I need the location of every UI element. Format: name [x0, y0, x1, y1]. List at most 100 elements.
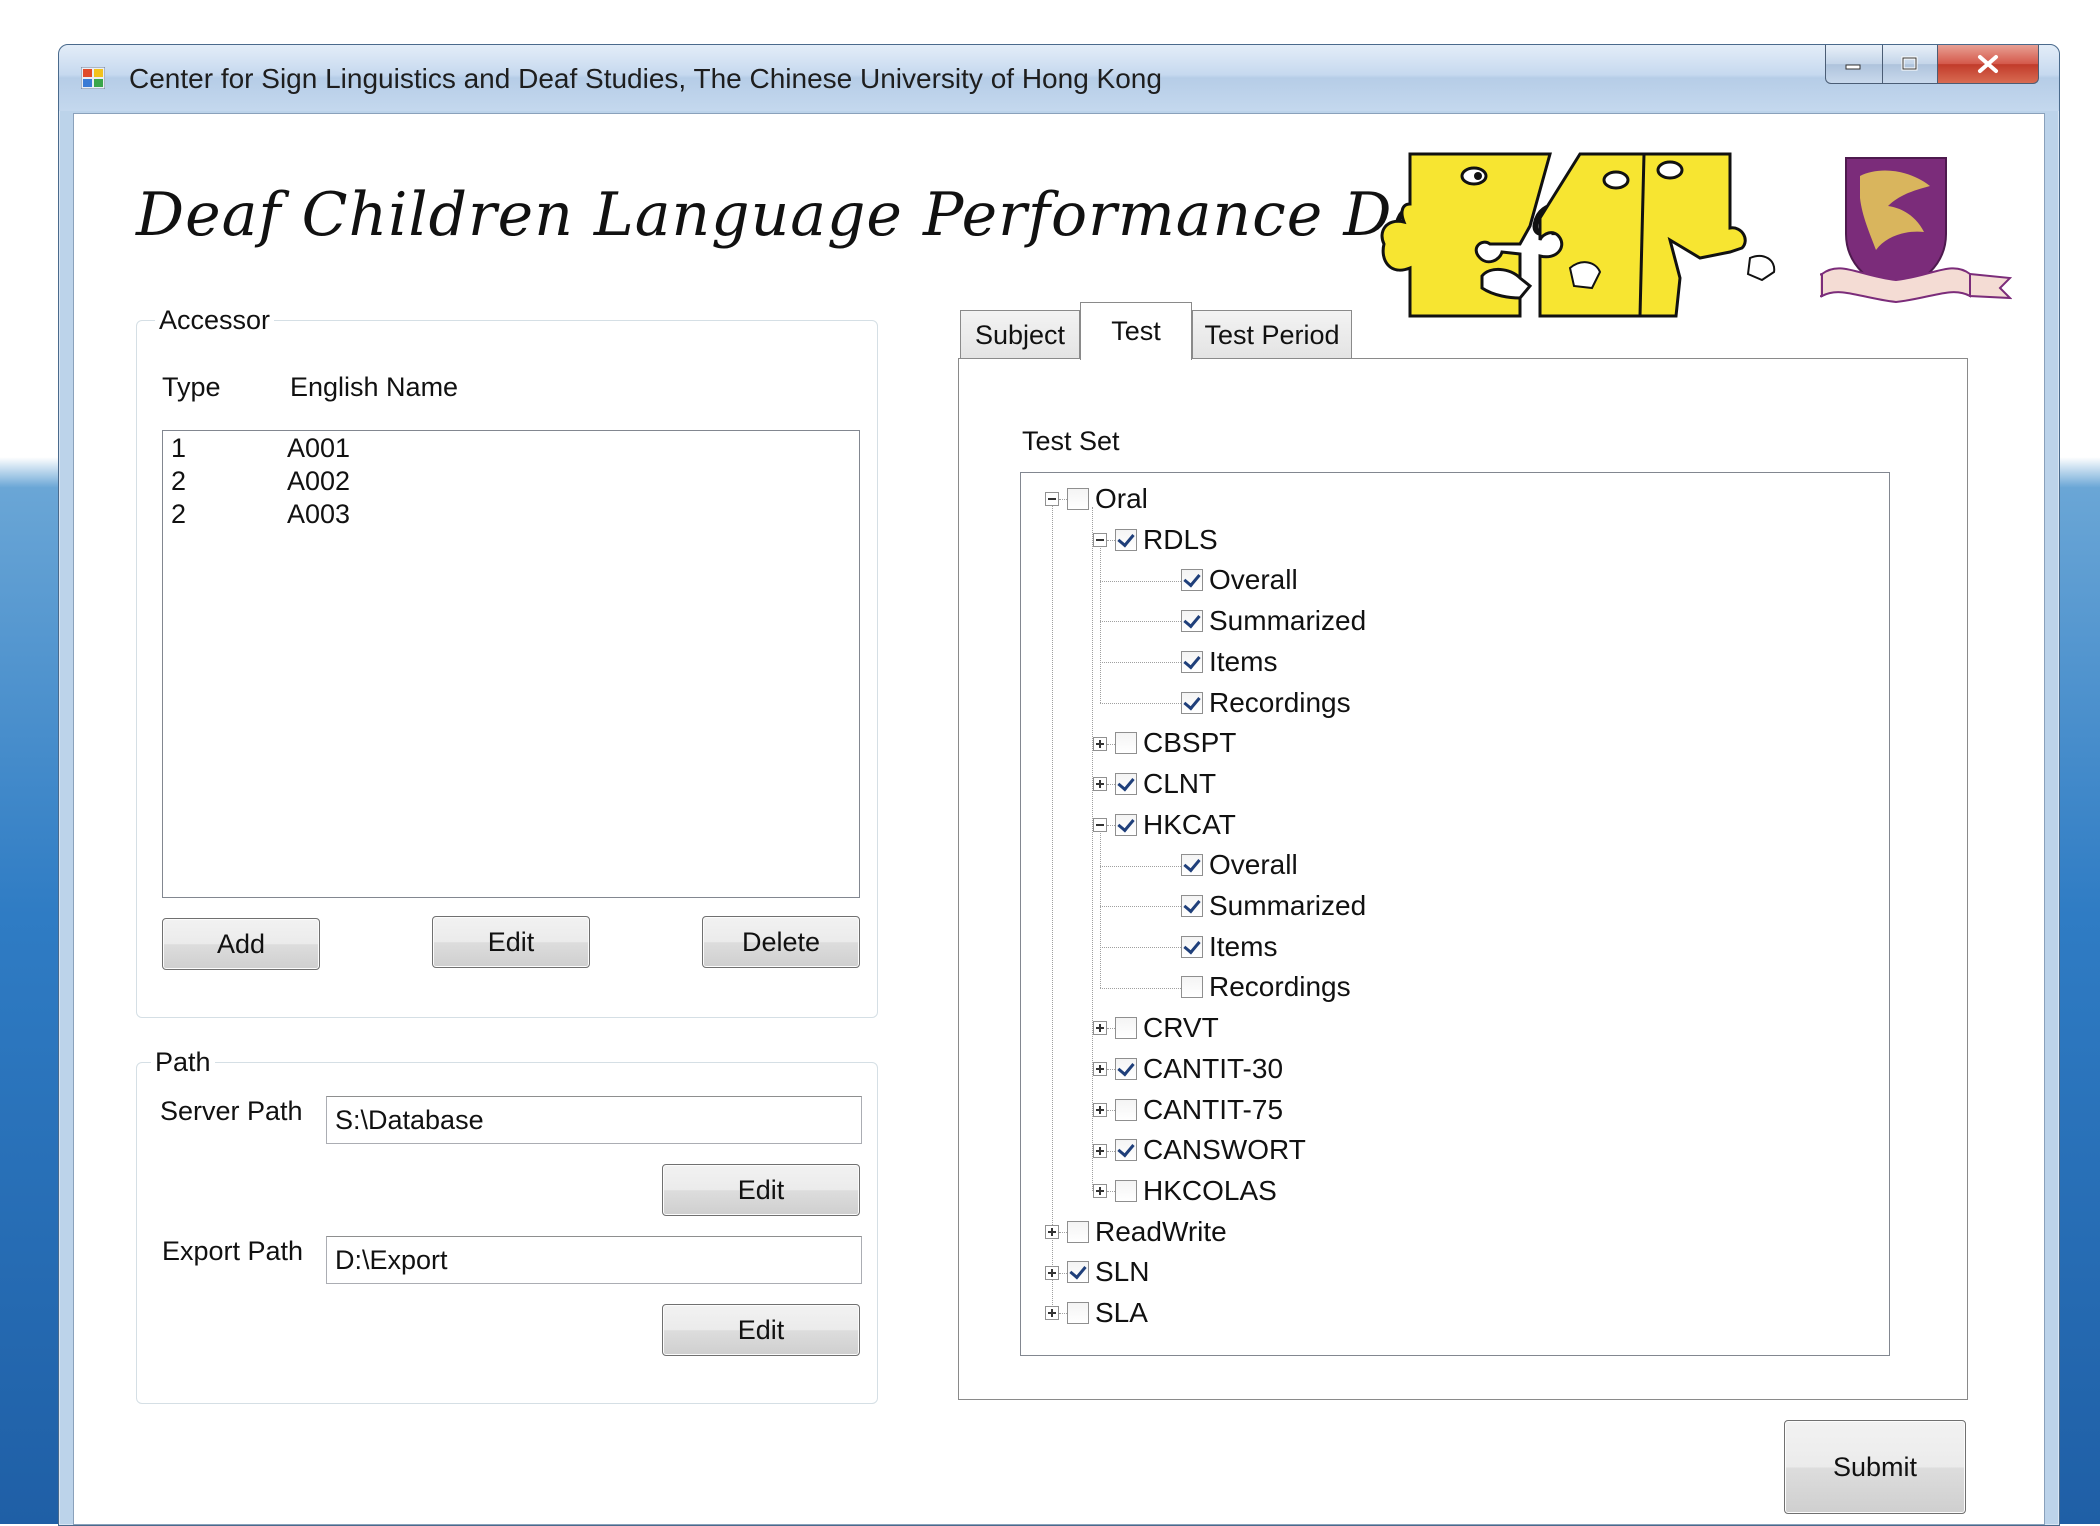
tree-node[interactable]: Overall	[1181, 845, 1298, 885]
tree-node-checkbox[interactable]	[1181, 976, 1203, 999]
tree-connector	[1059, 1313, 1067, 1315]
edit-export-path-button[interactable]: Edit	[662, 1304, 860, 1356]
tree-node-checkbox[interactable]	[1115, 528, 1137, 551]
tree-node[interactable]: Recordings	[1181, 683, 1351, 723]
expand-icon[interactable]	[1093, 777, 1107, 792]
expand-icon[interactable]	[1093, 1021, 1107, 1036]
tree-connector	[1100, 906, 1181, 908]
list-item[interactable]: 1 A001	[163, 431, 859, 464]
tree-connector	[1100, 947, 1181, 949]
tree-node[interactable]: CLNT	[1115, 764, 1216, 804]
tree-connector	[1107, 1069, 1115, 1071]
tree-node[interactable]: SLN	[1067, 1252, 1149, 1292]
collapse-icon[interactable]	[1093, 817, 1107, 832]
tree-node[interactable]: CANTIT-30	[1115, 1049, 1283, 1089]
title-bar[interactable]: Center for Sign Linguistics and Deaf Stu…	[59, 45, 2059, 111]
edit-accessor-button[interactable]: Edit	[432, 916, 590, 968]
tree-connector	[1100, 662, 1181, 664]
collapse-icon[interactable]	[1093, 533, 1107, 548]
tree-node-checkbox[interactable]	[1115, 772, 1137, 795]
tree-node[interactable]: Recordings	[1181, 967, 1351, 1007]
app-icon	[81, 67, 105, 89]
expand-icon[interactable]	[1093, 1184, 1107, 1199]
export-path-input[interactable]: D:\Export	[326, 1236, 862, 1284]
tree-connector	[1100, 621, 1181, 623]
list-item[interactable]: 2 A003	[163, 497, 859, 530]
tree-node[interactable]: HKCAT	[1115, 805, 1236, 845]
tree-node[interactable]: Summarized	[1181, 601, 1366, 641]
tree-node-label: HKCOLAS	[1143, 1174, 1277, 1206]
close-button[interactable]	[1938, 45, 2039, 84]
university-crest	[1820, 157, 2012, 304]
desktop-background-right	[2058, 0, 2100, 1524]
tree-node[interactable]: ReadWrite	[1067, 1212, 1227, 1252]
tree-node-label: CANTIT-30	[1143, 1052, 1284, 1084]
tree-connector	[1059, 1272, 1067, 1274]
tree-node-checkbox[interactable]	[1067, 488, 1089, 510]
expand-icon[interactable]	[1093, 1062, 1107, 1077]
edit-server-path-button[interactable]: Edit	[662, 1164, 860, 1216]
tree-node-checkbox[interactable]	[1181, 610, 1203, 633]
close-icon	[1978, 55, 1998, 73]
tree-connector	[1100, 832, 1101, 988]
tree-connector	[1107, 824, 1115, 826]
tree-node-label: CANSWORT	[1143, 1134, 1306, 1166]
tree-node-label: CLNT	[1143, 767, 1217, 799]
tree-node[interactable]: HKCOLAS	[1115, 1171, 1277, 1211]
expand-icon[interactable]	[1045, 1306, 1059, 1321]
tab-subject[interactable]: Subject	[960, 310, 1080, 360]
tree-node[interactable]: CANTIT-75	[1115, 1090, 1283, 1130]
tree-node-label: CBSPT	[1143, 727, 1237, 759]
tree-node[interactable]: RDLS	[1115, 520, 1218, 560]
tree-node-checkbox[interactable]	[1181, 935, 1203, 958]
tree-node-checkbox[interactable]	[1181, 691, 1203, 714]
tree-node[interactable]: CANSWORT	[1115, 1130, 1306, 1170]
tree-node-checkbox[interactable]	[1067, 1302, 1089, 1324]
tab-test-period[interactable]: Test Period	[1192, 310, 1352, 360]
tree-node-checkbox[interactable]	[1115, 1139, 1137, 1162]
server-path-input[interactable]: S:\Database	[326, 1096, 862, 1144]
tab-test[interactable]: Test	[1080, 302, 1192, 360]
tree-connector	[1100, 865, 1181, 867]
puzzle-logo	[1380, 152, 1776, 318]
expand-icon[interactable]	[1093, 1102, 1107, 1117]
expand-icon[interactable]	[1093, 736, 1107, 751]
accessor-listbox[interactable]: 1 A001 2 A002 2 A003	[162, 430, 860, 898]
add-accessor-button[interactable]: Add	[162, 918, 320, 970]
tree-node[interactable]: CRVT	[1115, 1008, 1219, 1048]
expand-icon[interactable]	[1045, 1224, 1059, 1239]
tree-node[interactable]: Items	[1181, 927, 1277, 967]
tree-node[interactable]: Summarized	[1181, 886, 1366, 926]
tree-node[interactable]: Items	[1181, 642, 1277, 682]
tree-node-checkbox[interactable]	[1115, 1017, 1137, 1040]
tree-node-checkbox[interactable]	[1181, 895, 1203, 917]
list-item[interactable]: 2 A002	[163, 464, 859, 497]
tree-node-checkbox[interactable]	[1181, 854, 1203, 877]
expand-icon[interactable]	[1093, 1143, 1107, 1158]
expand-icon[interactable]	[1045, 1265, 1059, 1280]
tree-node-checkbox[interactable]	[1115, 1057, 1137, 1080]
minimize-button[interactable]	[1825, 45, 1883, 84]
tree-connector	[1107, 743, 1115, 745]
tree-node-checkbox[interactable]	[1067, 1261, 1089, 1284]
tree-node-checkbox[interactable]	[1067, 1220, 1089, 1243]
tree-node[interactable]: Oral	[1067, 479, 1148, 519]
tree-node-checkbox[interactable]	[1115, 813, 1137, 836]
test-set-tree[interactable]: Oral RDLS Overall Summarized Items Recordings…	[1020, 472, 1890, 1356]
tree-node-label: Items	[1209, 645, 1278, 677]
tree-node[interactable]: SLA	[1067, 1293, 1148, 1333]
list-item-name: A002	[287, 466, 351, 496]
tree-node-checkbox[interactable]	[1115, 1179, 1137, 1202]
tree-node[interactable]: CBSPT	[1115, 723, 1236, 763]
tree-node-checkbox[interactable]	[1115, 1098, 1137, 1121]
submit-button[interactable]: Submit	[1784, 1420, 1966, 1514]
list-item-type: 2	[171, 499, 187, 529]
collapse-icon[interactable]	[1045, 492, 1059, 507]
tree-node[interactable]: Overall	[1181, 560, 1298, 600]
tree-node-checkbox[interactable]	[1115, 732, 1137, 755]
maximize-button[interactable]	[1883, 45, 1938, 84]
tree-node-checkbox[interactable]	[1181, 569, 1203, 592]
tree-node-checkbox[interactable]	[1181, 650, 1203, 673]
accessor-group-label: Accessor	[155, 305, 275, 336]
delete-accessor-button[interactable]: Delete	[702, 916, 860, 968]
